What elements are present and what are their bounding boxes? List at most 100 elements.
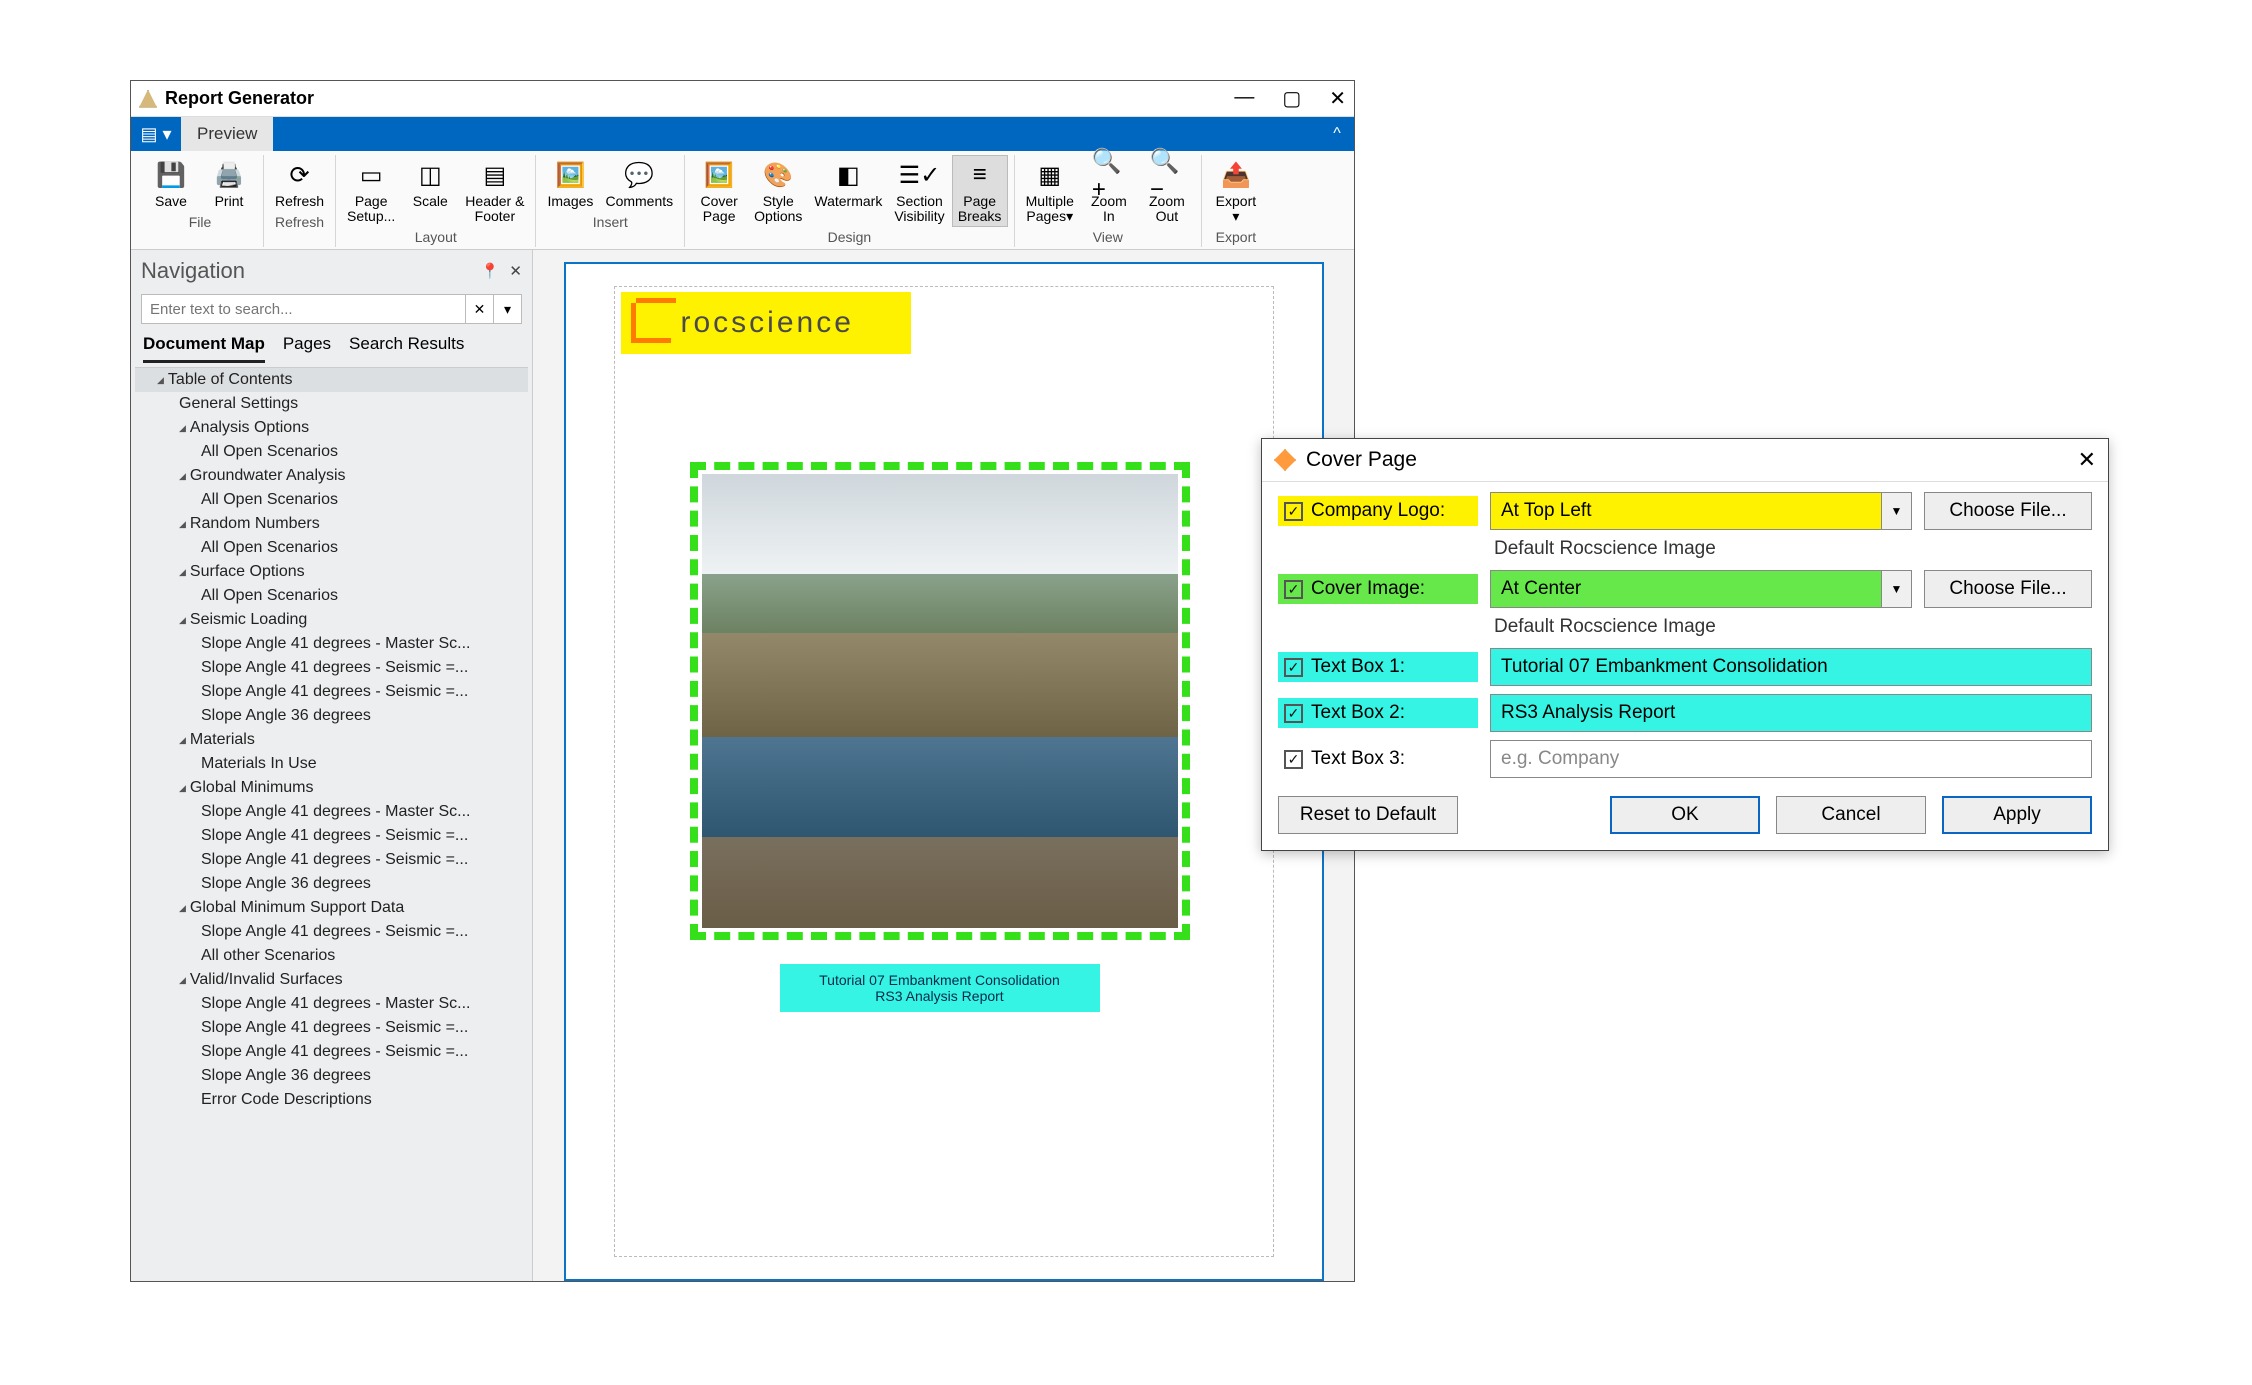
tree-item[interactable]: Slope Angle 41 degrees - Master Sc... xyxy=(135,800,528,824)
tree-item[interactable]: Slope Angle 41 degrees - Seismic =... xyxy=(135,920,528,944)
apply-button[interactable]: Apply xyxy=(1942,796,2092,834)
tree-item[interactable]: Error Code Descriptions xyxy=(135,1088,528,1112)
ribbon-collapse-button[interactable]: ^ xyxy=(1320,117,1354,151)
scale-button[interactable]: ◫Scale xyxy=(402,155,458,227)
company-logo-choose-file-button[interactable]: Choose File... xyxy=(1924,492,2092,530)
dialog-icon xyxy=(1274,449,1296,471)
search-options-button[interactable]: ▾ xyxy=(494,294,522,324)
document-tree[interactable]: Table of ContentsGeneral SettingsAnalysi… xyxy=(135,368,528,1281)
tree-item[interactable]: Random Numbers xyxy=(135,512,528,536)
tab-search-results[interactable]: Search Results xyxy=(349,334,464,363)
tree-item[interactable]: Materials In Use xyxy=(135,752,528,776)
tree-item[interactable]: Slope Angle 41 degrees - Master Sc... xyxy=(135,632,528,656)
scale-icon: ◫ xyxy=(413,158,447,192)
text-box-3-checkbox[interactable] xyxy=(1284,750,1303,769)
tree-item[interactable]: Analysis Options xyxy=(135,416,528,440)
minimize-button[interactable]: — xyxy=(1234,86,1254,111)
tree-item[interactable]: Global Minimum Support Data xyxy=(135,896,528,920)
text-box-1-checkbox[interactable] xyxy=(1284,658,1303,677)
text-box-2-label: Text Box 2: xyxy=(1311,702,1405,724)
text-box-2-input[interactable]: RS3 Analysis Report xyxy=(1490,694,2092,732)
refresh-icon: ⟳ xyxy=(283,158,317,192)
preview-area[interactable]: rocscience Tutorial 07 Embankment Consol… xyxy=(533,250,1354,1281)
tree-item[interactable]: Slope Angle 41 degrees - Seismic =... xyxy=(135,1040,528,1064)
file-menu-button[interactable]: ▤ ▾ xyxy=(131,117,181,151)
style-options-button[interactable]: 🎨Style Options xyxy=(749,155,807,227)
text-box-1-input[interactable]: Tutorial 07 Embankment Consolidation xyxy=(1490,648,2092,686)
save-icon: 💾 xyxy=(154,158,188,192)
tree-item[interactable]: Valid/Invalid Surfaces xyxy=(135,968,528,992)
header-footer-icon: ▤ xyxy=(478,158,512,192)
images-button[interactable]: 🖼️Images xyxy=(542,155,598,212)
tree-item[interactable]: Slope Angle 41 degrees - Seismic =... xyxy=(135,824,528,848)
close-button[interactable]: ✕ xyxy=(1329,86,1346,111)
tree-item[interactable]: All Open Scenarios xyxy=(135,488,528,512)
cover-image-position-combo[interactable]: At Center ▼ xyxy=(1490,570,1912,608)
tree-item[interactable]: Groundwater Analysis xyxy=(135,464,528,488)
tab-pages[interactable]: Pages xyxy=(283,334,331,363)
tree-item[interactable]: Slope Angle 41 degrees - Seismic =... xyxy=(135,1016,528,1040)
tree-item[interactable]: Slope Angle 36 degrees xyxy=(135,1064,528,1088)
tree-item[interactable]: Slope Angle 41 degrees - Master Sc... xyxy=(135,992,528,1016)
text-box-2-checkbox[interactable] xyxy=(1284,704,1303,723)
cover-image-checkbox[interactable] xyxy=(1284,580,1303,599)
tree-item[interactable]: Global Minimums xyxy=(135,776,528,800)
maximize-button[interactable]: ▢ xyxy=(1282,86,1301,111)
ok-button[interactable]: OK xyxy=(1610,796,1760,834)
pin-icon[interactable]: 📍 xyxy=(481,262,500,280)
text-box-3-input[interactable]: e.g. Company xyxy=(1490,740,2092,778)
tree-item[interactable]: Slope Angle 41 degrees - Seismic =... xyxy=(135,656,528,680)
export-icon: 📤 xyxy=(1219,158,1253,192)
cover-image-choose-file-button[interactable]: Choose File... xyxy=(1924,570,2092,608)
company-logo-checkbox[interactable] xyxy=(1284,502,1303,521)
tree-item[interactable]: Materials xyxy=(135,728,528,752)
search-input[interactable] xyxy=(141,294,466,324)
tree-item[interactable]: All Open Scenarios xyxy=(135,440,528,464)
multiple-pages-button[interactable]: ▦Multiple Pages▾ xyxy=(1021,155,1079,227)
search-clear-button[interactable]: ✕ xyxy=(466,294,494,324)
tree-item[interactable]: Surface Options xyxy=(135,560,528,584)
page-setup-button[interactable]: ▭Page Setup... xyxy=(342,155,400,227)
page-preview: rocscience Tutorial 07 Embankment Consol… xyxy=(564,262,1324,1281)
tree-item[interactable]: Slope Angle 36 degrees xyxy=(135,872,528,896)
zoom-in-icon: 🔍+ xyxy=(1092,158,1126,192)
report-title-line1: Tutorial 07 Embankment Consolidation xyxy=(786,972,1094,988)
tree-item[interactable]: Slope Angle 41 degrees - Seismic =... xyxy=(135,680,528,704)
save-button[interactable]: 💾Save xyxy=(143,155,199,212)
images-icon: 🖼️ xyxy=(553,158,587,192)
multiple-pages-icon: ▦ xyxy=(1033,158,1067,192)
cover-image-hint: Default Rocscience Image xyxy=(1490,616,1912,640)
export-button[interactable]: 📤Export ▾ xyxy=(1208,155,1264,227)
dialog-close-button[interactable]: ✕ xyxy=(2078,447,2096,473)
refresh-button[interactable]: ⟳Refresh xyxy=(270,155,329,212)
company-logo-position-combo[interactable]: At Top Left ▼ xyxy=(1490,492,1912,530)
chevron-down-icon: ▼ xyxy=(1881,571,1911,607)
panel-close-icon[interactable]: ✕ xyxy=(509,262,522,280)
tree-item[interactable]: All Open Scenarios xyxy=(135,584,528,608)
tree-item[interactable]: General Settings xyxy=(135,392,528,416)
cover-image-highlight xyxy=(690,462,1190,940)
cancel-button[interactable]: Cancel xyxy=(1776,796,1926,834)
tab-document-map[interactable]: Document Map xyxy=(143,334,265,363)
watermark-button[interactable]: ◧Watermark xyxy=(809,155,887,227)
tree-item[interactable]: Slope Angle 36 degrees xyxy=(135,704,528,728)
cover-page-button[interactable]: 🖼️Cover Page xyxy=(691,155,747,227)
zoom-in-button[interactable]: 🔍+Zoom In xyxy=(1081,155,1137,227)
reset-to-default-button[interactable]: Reset to Default xyxy=(1278,796,1458,834)
tree-item[interactable]: All other Scenarios xyxy=(135,944,528,968)
navigation-panel: Navigation 📍 ✕ ✕ ▾ Document Map Pages Se… xyxy=(131,250,533,1281)
page-breaks-button[interactable]: ≡Page Breaks xyxy=(952,155,1008,227)
comments-button[interactable]: 💬Comments xyxy=(600,155,678,212)
print-button[interactable]: 🖨️Print xyxy=(201,155,257,212)
header-footer-button[interactable]: ▤Header & Footer xyxy=(460,155,529,227)
group-export-label: Export xyxy=(1216,229,1256,245)
zoom-out-button[interactable]: 🔍−Zoom Out xyxy=(1139,155,1195,227)
tree-item[interactable]: Slope Angle 41 degrees - Seismic =... xyxy=(135,848,528,872)
section-visibility-button[interactable]: ☰✓Section Visibility xyxy=(889,155,949,227)
cover-image-row: Cover Image: xyxy=(1278,574,1478,604)
tree-item[interactable]: Table of Contents xyxy=(135,368,528,392)
report-title-highlight: Tutorial 07 Embankment Consolidation RS3… xyxy=(780,964,1100,1012)
tree-item[interactable]: Seismic Loading xyxy=(135,608,528,632)
tab-preview[interactable]: Preview xyxy=(181,117,273,151)
tree-item[interactable]: All Open Scenarios xyxy=(135,536,528,560)
